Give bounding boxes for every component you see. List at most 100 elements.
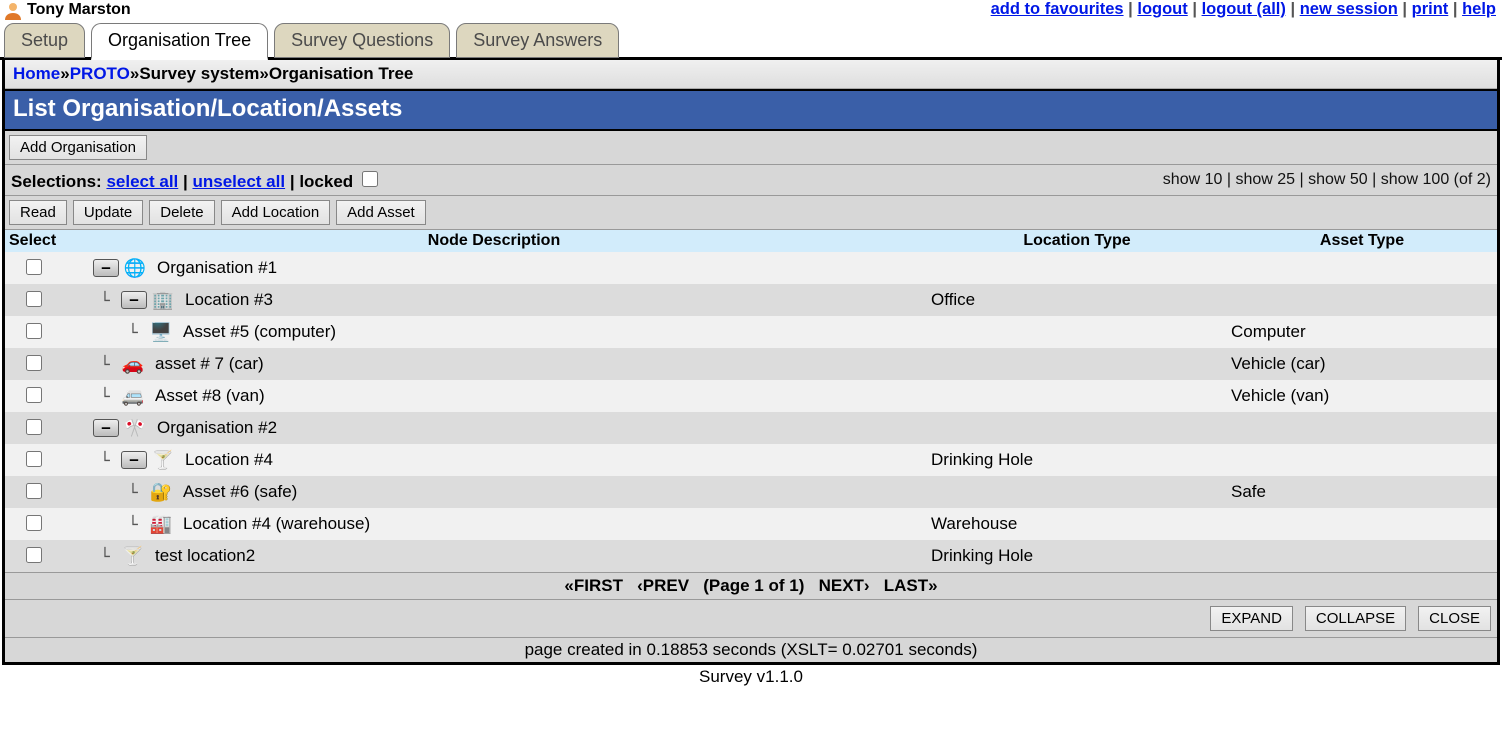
breadcrumb-survey-system: Survey system xyxy=(139,64,259,83)
expand-button[interactable]: EXPAND xyxy=(1210,606,1293,631)
node-label[interactable]: Organisation #1 xyxy=(157,258,277,278)
row-select-checkbox[interactable] xyxy=(26,483,42,499)
node-label[interactable]: Asset #6 (safe) xyxy=(183,482,297,502)
node-label[interactable]: Organisation #2 xyxy=(157,418,277,438)
version-label: Survey v1.1.0 xyxy=(0,665,1502,693)
pager-page-mid: of xyxy=(764,576,790,595)
row-select-checkbox[interactable] xyxy=(26,323,42,339)
new-session-link[interactable]: new session xyxy=(1300,0,1398,18)
row-select-checkbox[interactable] xyxy=(26,515,42,531)
tree-connector-icon: └ xyxy=(121,514,145,534)
table-row: └🔐Asset #6 (safe)Safe xyxy=(5,476,1497,508)
computer-icon: 🖥️ xyxy=(149,322,173,342)
breadcrumb-proto[interactable]: PROTO xyxy=(70,64,130,83)
help-link[interactable]: help xyxy=(1462,0,1496,18)
logout-all-link[interactable]: logout (all) xyxy=(1202,0,1286,18)
location-type-cell xyxy=(927,316,1227,348)
add-organisation-button[interactable]: Add Organisation xyxy=(9,135,147,160)
node-label[interactable]: Location #4 xyxy=(185,450,273,470)
row-select-checkbox[interactable] xyxy=(26,355,42,371)
show-100[interactable]: show 100 (of 2) xyxy=(1381,171,1491,188)
pager: «FIRST ‹PREV (Page 1 of 1) NEXT› LAST» xyxy=(5,572,1497,599)
globe-icon: 🌐 xyxy=(123,258,147,278)
tree-connector-icon: └ xyxy=(93,450,117,470)
tree-toggle-button[interactable]: — xyxy=(121,451,147,469)
show-25[interactable]: show 25 xyxy=(1235,171,1295,188)
tab-bar: Setup Organisation Tree Survey Questions… xyxy=(0,20,1502,60)
print-link[interactable]: print xyxy=(1412,0,1449,18)
table-row: —🎌Organisation #2 xyxy=(5,412,1497,444)
top-links: add to favourites | logout | logout (all… xyxy=(991,0,1496,19)
pager-first[interactable]: «FIRST xyxy=(564,576,623,595)
page-size-links: show 10 | show 25 | show 50 | show 100 (… xyxy=(1163,171,1491,189)
pager-prev[interactable]: ‹PREV xyxy=(637,576,689,595)
table-row: └🍸test location2Drinking Hole xyxy=(5,540,1497,572)
locked-checkbox[interactable] xyxy=(362,171,378,187)
collapse-button[interactable]: COLLAPSE xyxy=(1305,606,1406,631)
row-select-checkbox[interactable] xyxy=(26,451,42,467)
favourites-link[interactable]: add to favourites xyxy=(991,0,1124,18)
show-10[interactable]: show 10 xyxy=(1163,171,1223,188)
node-label[interactable]: Location #4 (warehouse) xyxy=(183,514,370,534)
close-button[interactable]: CLOSE xyxy=(1418,606,1491,631)
table-row: └🚗asset # 7 (car)Vehicle (car) xyxy=(5,348,1497,380)
pager-last[interactable]: LAST» xyxy=(884,576,938,595)
tree-connector-icon: └ xyxy=(93,290,117,310)
pager-total: 1 xyxy=(789,576,798,595)
show-50[interactable]: show 50 xyxy=(1308,171,1368,188)
node-label[interactable]: Location #3 xyxy=(185,290,273,310)
selection-controls: Selections: select all | unselect all | … xyxy=(11,168,381,192)
row-select-checkbox[interactable] xyxy=(26,387,42,403)
safe-icon: 🔐 xyxy=(149,482,173,502)
location-type-cell xyxy=(927,412,1227,444)
node-label[interactable]: Asset #8 (van) xyxy=(155,386,265,406)
building-icon: 🏢 xyxy=(151,290,175,310)
delete-button[interactable]: Delete xyxy=(149,200,214,225)
tree-toggle-button[interactable]: — xyxy=(93,259,119,277)
current-user: Tony Marston xyxy=(3,0,131,20)
locked-label: locked xyxy=(299,172,353,191)
node-label[interactable]: asset # 7 (car) xyxy=(155,354,264,374)
breadcrumb-sep: » xyxy=(130,64,139,83)
select-all-link[interactable]: select all xyxy=(106,172,178,191)
node-label[interactable]: Asset #5 (computer) xyxy=(183,322,336,342)
unselect-all-link[interactable]: unselect all xyxy=(192,172,285,191)
row-select-checkbox[interactable] xyxy=(26,419,42,435)
location-type-cell: Drinking Hole xyxy=(927,444,1227,476)
tree-connector-icon: └ xyxy=(121,482,145,502)
tree-toggle-button[interactable]: — xyxy=(121,291,147,309)
selections-label: Selections: xyxy=(11,172,102,191)
cocktail-icon: 🍸 xyxy=(151,450,175,470)
table-row: —🌐 Organisation #1 xyxy=(5,252,1497,284)
logout-link[interactable]: logout xyxy=(1137,0,1187,18)
warehouse-icon: 🏭 xyxy=(149,514,173,534)
toolbar-actions: Read Update Delete Add Location Add Asse… xyxy=(5,196,1497,230)
tab-organisation-tree[interactable]: Organisation Tree xyxy=(91,23,268,60)
asset-type-cell: Computer xyxy=(1227,316,1497,348)
add-location-button[interactable]: Add Location xyxy=(221,200,331,225)
tab-survey-answers[interactable]: Survey Answers xyxy=(456,23,619,58)
tree-grid: Select Node Description Location Type As… xyxy=(5,230,1497,572)
row-select-checkbox[interactable] xyxy=(26,291,42,307)
row-select-checkbox[interactable] xyxy=(26,547,42,563)
tree-connector-icon: └ xyxy=(121,322,145,342)
add-asset-button[interactable]: Add Asset xyxy=(336,200,426,225)
tab-survey-questions[interactable]: Survey Questions xyxy=(274,23,450,58)
generation-info: page created in 0.18853 seconds (XSLT= 0… xyxy=(5,637,1497,662)
asset-type-cell: Vehicle (car) xyxy=(1227,348,1497,380)
node-label[interactable]: test location2 xyxy=(155,546,255,566)
read-button[interactable]: Read xyxy=(9,200,67,225)
asset-type-cell xyxy=(1227,540,1497,572)
user-avatar-icon xyxy=(3,0,23,20)
location-type-cell: Office xyxy=(927,284,1227,316)
pager-next[interactable]: NEXT› xyxy=(819,576,870,595)
update-button[interactable]: Update xyxy=(73,200,143,225)
pager-page-pre: (Page xyxy=(703,576,754,595)
row-select-checkbox[interactable] xyxy=(26,259,42,275)
table-row: └🖥️ Asset #5 (computer) Computer xyxy=(5,316,1497,348)
pager-page-post: ) xyxy=(799,576,805,595)
tab-setup[interactable]: Setup xyxy=(4,23,85,58)
breadcrumb-home[interactable]: Home xyxy=(13,64,60,83)
tree-toggle-button[interactable]: — xyxy=(93,419,119,437)
location-type-cell xyxy=(927,348,1227,380)
